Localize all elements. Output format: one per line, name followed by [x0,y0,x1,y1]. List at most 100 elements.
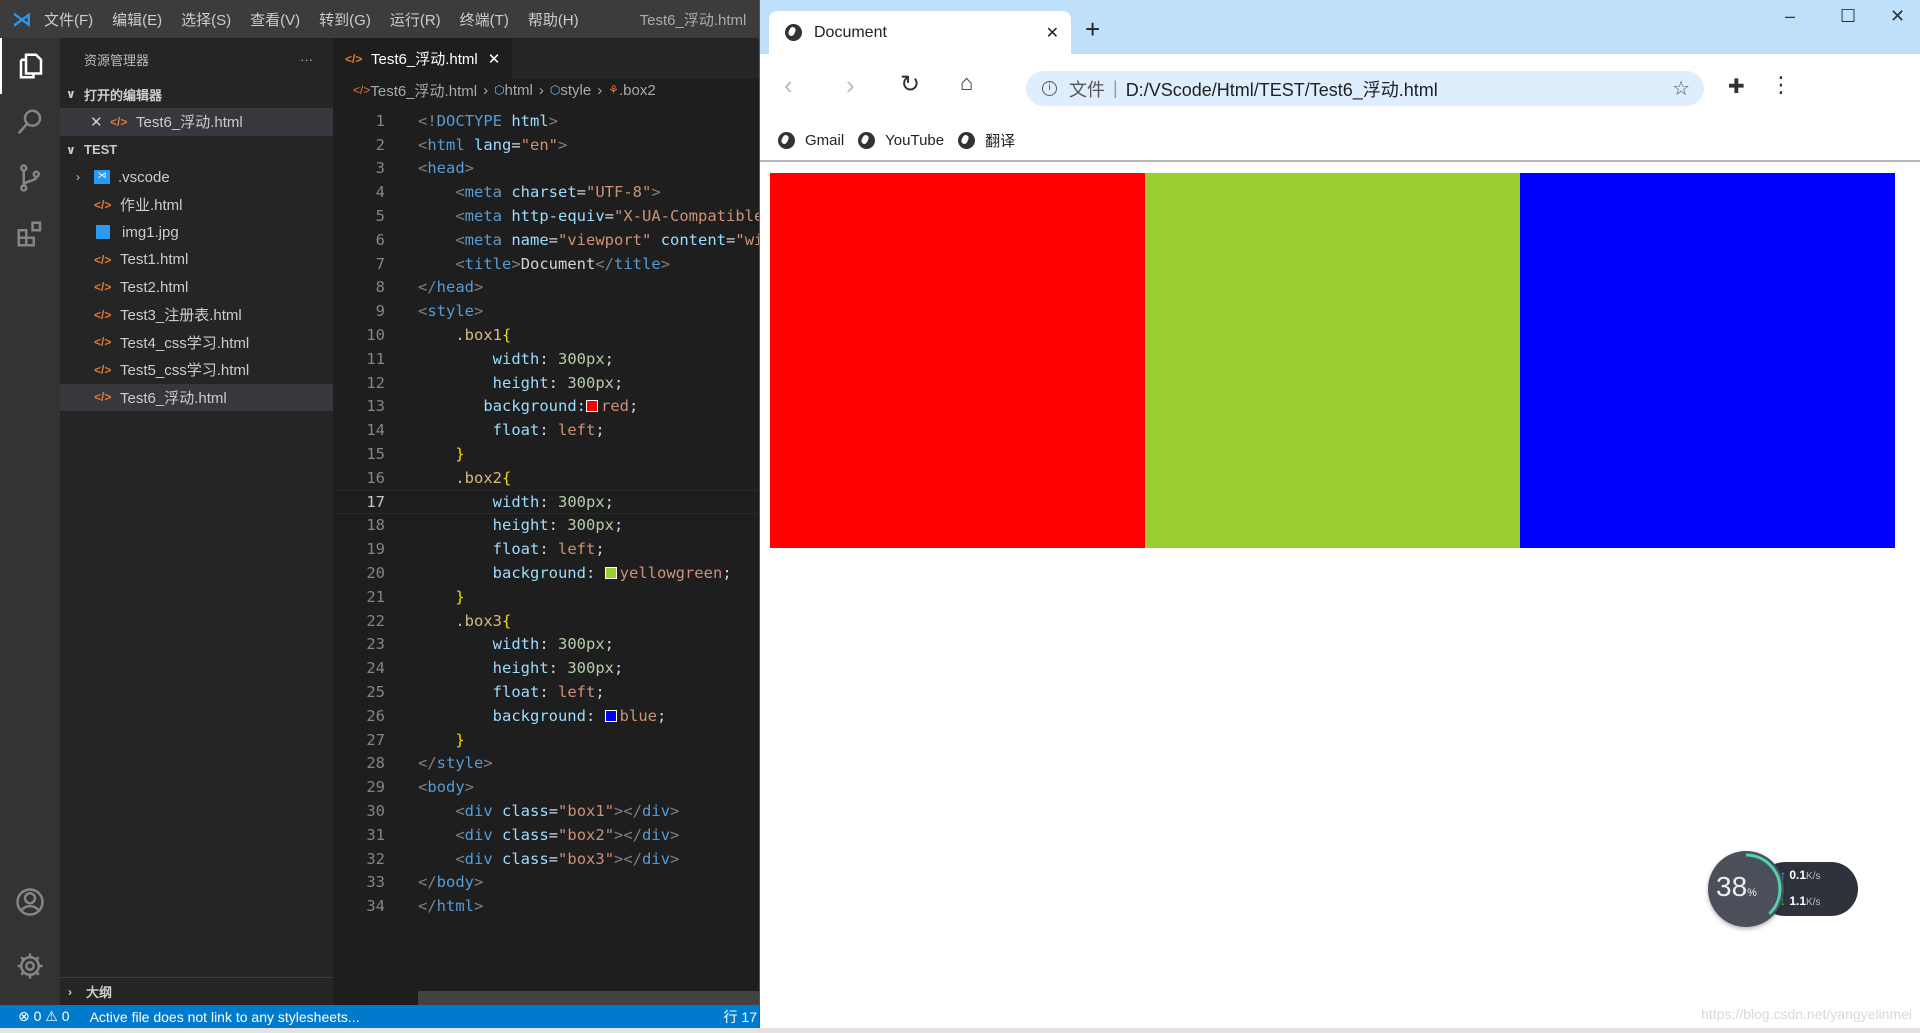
menu-item[interactable]: 运行(R) [390,9,441,30]
menu-item[interactable]: 查看(V) [250,9,300,30]
cursor-position[interactable]: 行 17 [724,1007,757,1027]
menu-item[interactable]: 选择(S) [181,9,231,30]
code-token: > [670,849,680,868]
outline-section[interactable]: › 大纲 [60,977,333,1005]
code-token: = [548,230,559,249]
file-item[interactable]: </> Test2.html [60,274,333,302]
file-item[interactable]: </> Test1.html [60,246,333,274]
menu-kebab-icon[interactable]: ⋮ [1770,72,1792,98]
code-line: 33 </body > [333,871,759,895]
html-file-icon: </> [345,51,363,66]
color-swatch[interactable] [586,400,598,413]
code-token: < [455,825,465,844]
horizontal-scrollbar[interactable] [418,991,759,1005]
breadcrumb: </> Test6_浮动.html › ⬡ html › ⬡ style › ⚘ .box2 [333,79,759,101]
breadcrumb-item[interactable]: Test6_浮动.html [370,80,477,101]
code-token: > [558,135,568,154]
editor-tab[interactable]: </> Test6_浮动.html ✕ [333,38,513,79]
breadcrumb-item[interactable]: html [505,82,533,99]
bookmarks-bar: Gmail YouTube 翻译 [760,120,1920,162]
network-monitor-widget[interactable]: 38% ↑ 0.1K/s ↓ 1.1K/s [1708,851,1858,927]
line-number: 3 [375,159,385,178]
line-number: 28 [366,754,385,773]
maximize-button[interactable]: ☐ [1840,6,1856,27]
close-window-button[interactable]: ✕ [1890,6,1905,27]
menu-item[interactable]: 文件(F) [44,9,93,30]
new-tab-button[interactable]: + [1085,14,1100,45]
close-tab-icon[interactable]: ✕ [488,50,501,68]
menu-item[interactable]: 终端(T) [460,9,509,30]
bookmark-item[interactable]: YouTube [858,131,944,149]
menu-item[interactable]: 转到(G) [319,9,371,30]
file-item[interactable]: img1.jpg [60,219,333,247]
code-line: 14 float: left; [333,418,759,442]
info-icon[interactable]: i [1042,81,1057,96]
code-area[interactable]: 1 <! DOCTYPE html >2 < html lang = "en" >3 < head >… [333,109,759,918]
breadcrumb-item[interactable]: style [560,82,591,99]
code-token: : [548,659,568,678]
bookmark-star-icon[interactable]: ☆ [1672,76,1690,101]
html-file-icon: </> [94,307,112,322]
color-swatch[interactable] [604,709,617,722]
open-editors-section[interactable]: ∨ 打开的编辑器 [60,80,333,108]
code-token: meta [464,183,502,202]
color-swatch[interactable] [604,567,617,580]
close-icon[interactable]: ✕ [90,113,110,131]
open-editor-item[interactable]: ✕ </> Test6_浮动.html [60,108,333,136]
source-control-icon[interactable] [0,150,60,206]
forward-button[interactable]: › [846,70,855,101]
code-token: "box1" [558,802,615,820]
breadcrumb-item[interactable]: .box2 [619,82,656,99]
code-token: : [539,349,558,368]
line-number: 1 [375,111,385,130]
html-file-icon: </> [94,280,112,295]
file-name: .vscode [118,168,170,186]
settings-gear-icon[interactable] [0,938,60,994]
folder-section-test[interactable]: ∨ TEST [60,136,333,164]
code-line: 23 width: 300px; [333,633,759,657]
code-token: ; [604,635,615,654]
menu-item[interactable]: 编辑(E) [112,9,162,30]
code-token: > [464,778,475,797]
code-line: 3 < head > [333,157,759,181]
line-number: 16 [366,468,385,487]
code-token: "width [735,230,759,249]
minimize-button[interactable]: – [1785,6,1795,27]
search-icon[interactable] [0,94,60,150]
file-item[interactable]: </> 作业.html [60,191,333,219]
extensions-icon[interactable] [0,206,60,262]
more-actions-button[interactable]: ··· [300,52,313,67]
url-text[interactable]: D:/VScode/Html/TEST/Test6_浮动.html [1126,76,1438,102]
code-token: "box2" [558,825,615,844]
address-bar[interactable]: i 文件 | D:/VScode/Html/TEST/Test6_浮动.html … [1026,71,1704,106]
file-item[interactable]: </> Test6_浮动.html [60,383,333,411]
browser-tab[interactable]: Document ✕ [769,11,1071,54]
reload-icon[interactable]: ↻ [900,70,920,99]
extensions-puzzle-icon[interactable]: ✚ [1728,74,1745,99]
account-icon[interactable] [0,874,60,930]
bookmark-item[interactable]: 翻译 [958,130,1015,151]
file-item[interactable]: </> Test5_css学习.html [60,356,333,384]
globe-icon [858,131,876,149]
close-tab-icon[interactable]: ✕ [1046,23,1059,43]
file-name: Test5_css学习.html [120,362,250,380]
back-button[interactable]: ‹ [784,70,793,101]
file-item[interactable]: › ⋊ .vscode [60,164,333,192]
home-icon[interactable]: ⌂ [960,70,973,96]
problems-indicator[interactable]: ⊗ 0 ⚠ 0 [18,1008,70,1025]
explorer-icon[interactable] [0,38,60,94]
line-number: 15 [366,445,385,464]
file-item[interactable]: </> Test4_css学习.html [60,329,333,357]
bookmark-item[interactable]: Gmail [778,131,844,149]
code-token: "viewport" [558,230,652,249]
file-item[interactable]: </> Test3_注册表.html [60,301,333,329]
menu-item[interactable]: 帮助(H) [528,9,579,30]
line-number: 32 [366,849,385,868]
